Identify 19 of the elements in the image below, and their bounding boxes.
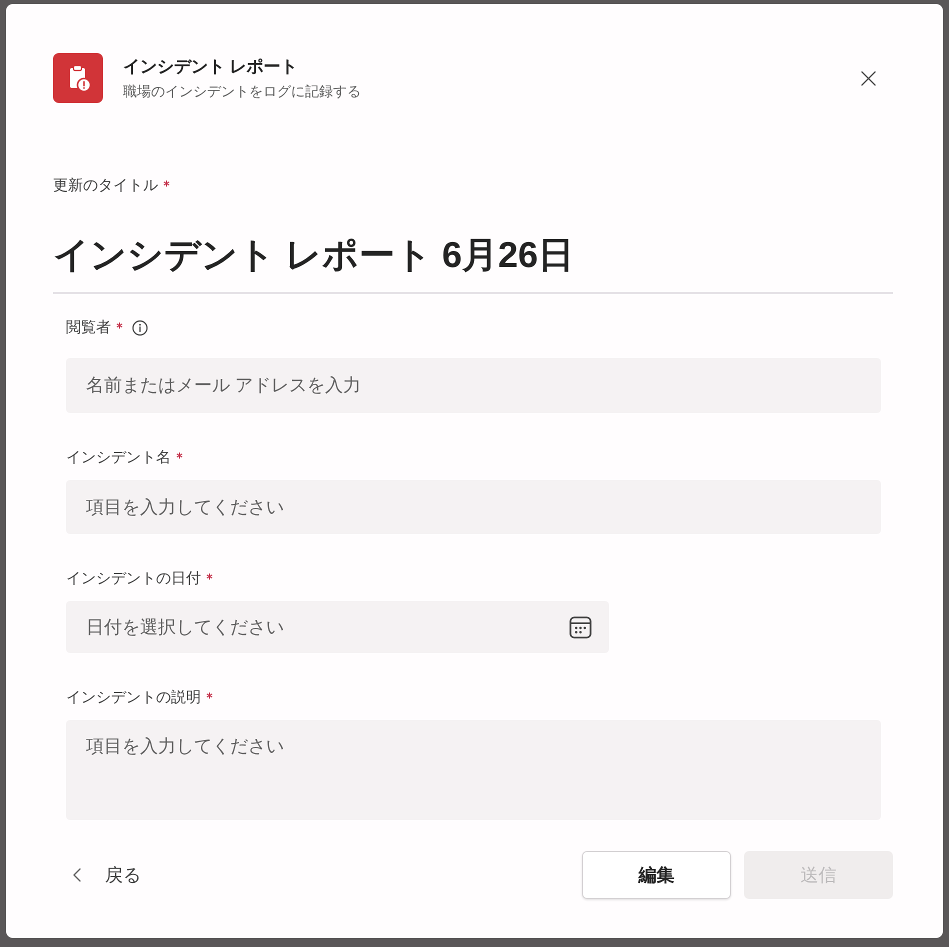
description-textarea[interactable]: 項目を入力してください [66, 720, 881, 820]
field-label: インシデントの日付 [66, 569, 201, 589]
info-icon[interactable] [132, 320, 148, 336]
field-label: インシデントの説明 [66, 688, 201, 708]
dialog-subtitle: 職場のインシデントをログに記録する [123, 82, 362, 100]
chevron-left-icon [73, 868, 81, 882]
close-icon [860, 70, 876, 86]
clipboard-alert-icon [53, 53, 103, 103]
title-field[interactable]: インシデント レポート 6月26日 [53, 225, 893, 294]
date-picker-field[interactable]: 日付を選択してください [66, 601, 609, 653]
back-link[interactable]: 戻る [73, 859, 141, 891]
dialog-title: インシデント レポート [123, 56, 299, 78]
action-button[interactable]: 編集 [582, 851, 731, 899]
field-label: インシデント名 [66, 448, 171, 468]
field-label: 更新のタイトル [53, 176, 158, 196]
calendar-icon[interactable] [569, 616, 592, 639]
people-picker-field[interactable]: 名前またはメール アドレスを入力 [66, 358, 881, 413]
text-input-field[interactable]: 項目を入力してください [66, 480, 881, 534]
field-label: 閲覧者 [66, 318, 111, 338]
